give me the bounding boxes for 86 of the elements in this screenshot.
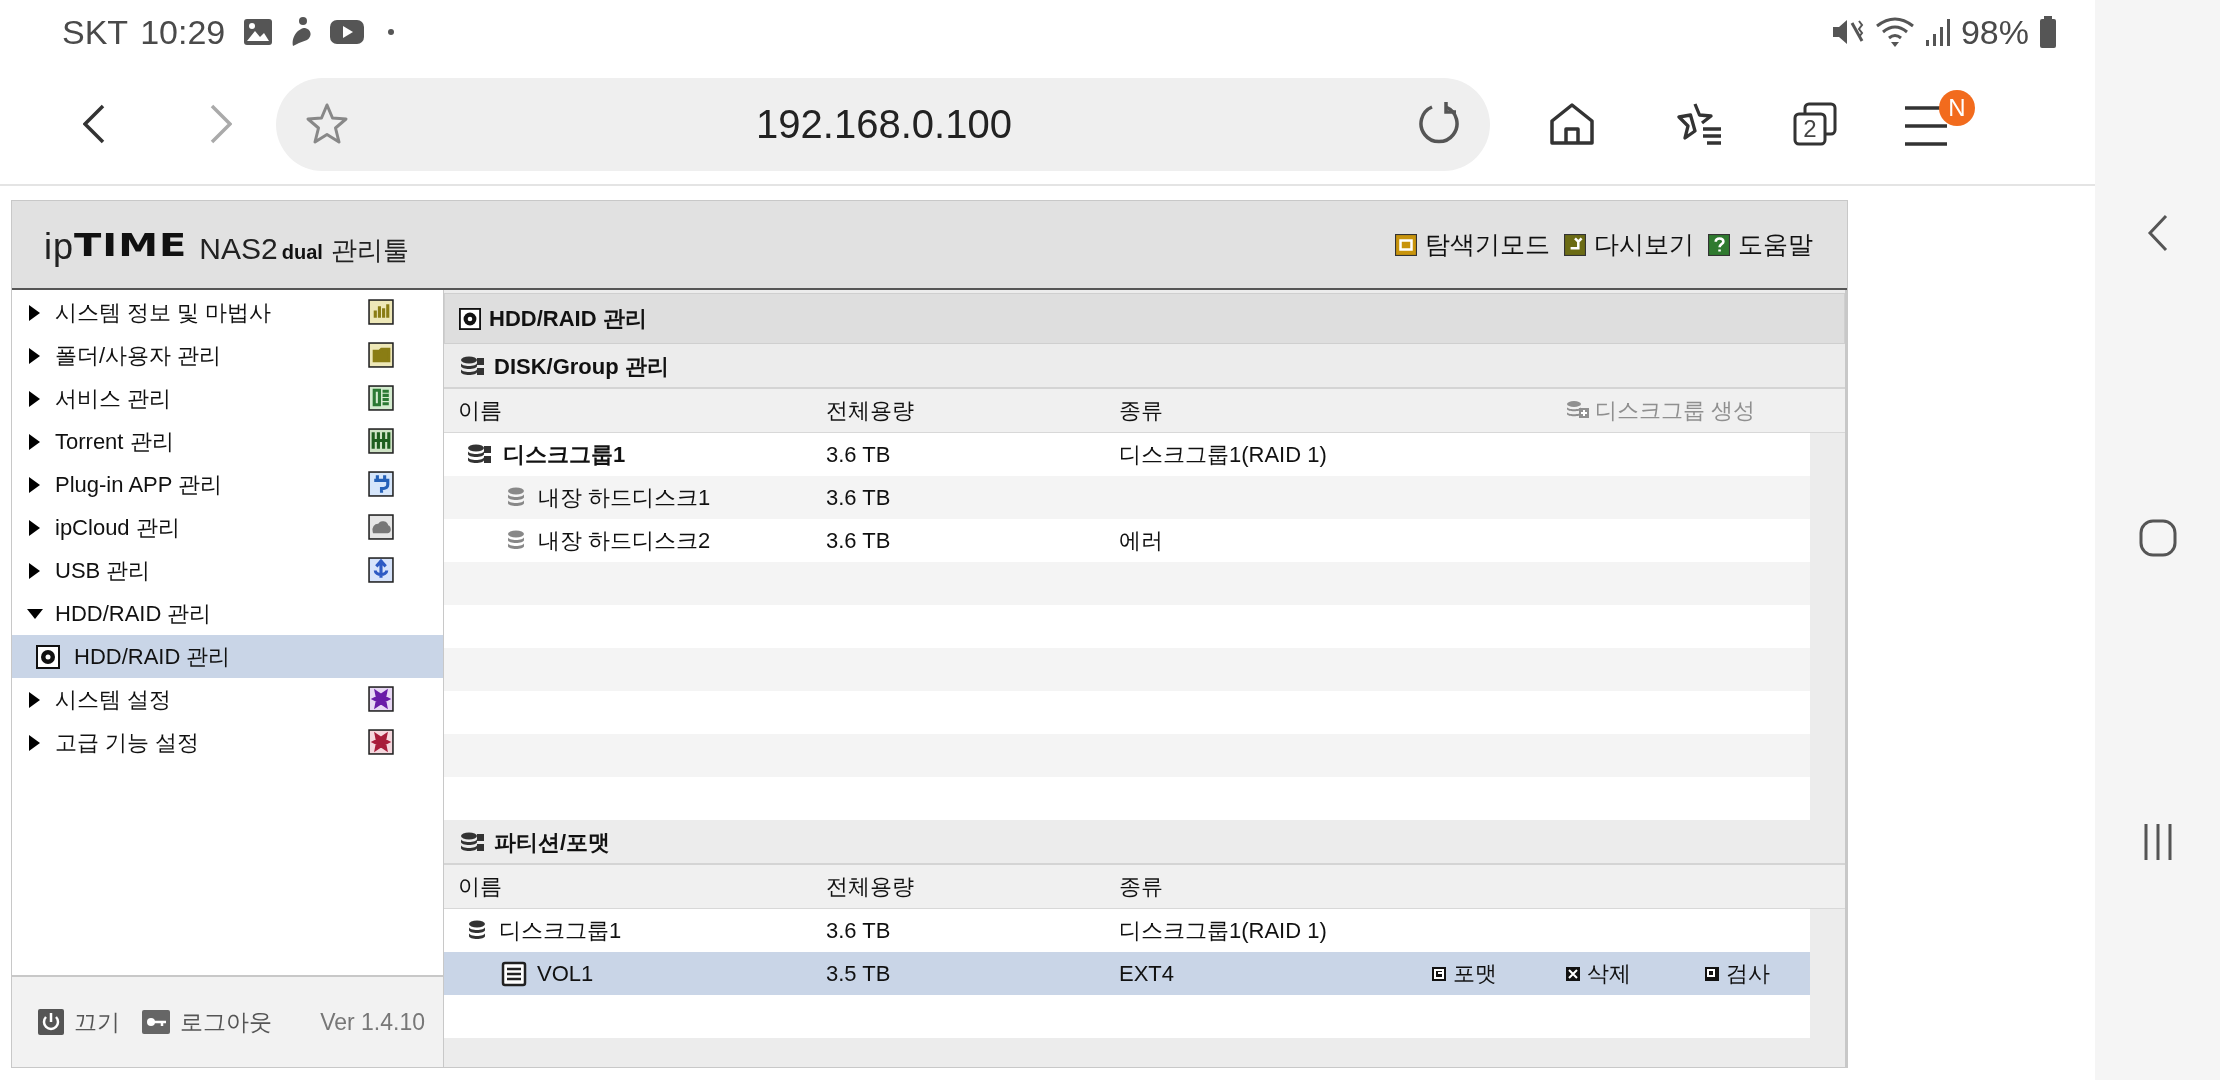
usb-icon — [368, 557, 394, 583]
header-link[interactable]: 다시보기 — [1564, 228, 1694, 261]
return-icon — [1564, 233, 1586, 256]
cloud-icon — [368, 514, 394, 540]
capacity-cell-text: 3.5 TB — [826, 960, 892, 987]
column-header: 전체용량 — [826, 396, 915, 425]
menu-item[interactable]: USB 관리 — [55, 555, 151, 586]
type-cell-text: 에러 — [1119, 526, 1164, 555]
power-icon — [38, 1009, 64, 1035]
logo-model-suffix: dual — [281, 240, 323, 264]
header-link[interactable]: 탐색기모드 — [1395, 228, 1550, 261]
menu-item[interactable]: Torrent 관리 — [55, 426, 174, 457]
selected-row[interactable]: VOL1 3.5 TB EXT4 포맷 삭제 검사 — [444, 952, 1810, 995]
plug-icon — [368, 471, 394, 497]
type-cell-text: 디스크그룹1(RAID 1) — [1119, 916, 1328, 945]
grid-icon — [368, 428, 394, 454]
submenu-item[interactable]: HDD/RAID 관리 — [12, 635, 443, 678]
star-icon[interactable] — [304, 102, 350, 146]
section-title: 파티션/포맷 — [494, 829, 611, 857]
key-icon — [142, 1010, 170, 1034]
clock: 10:29 — [140, 12, 226, 52]
battery-level: 98% — [1960, 12, 2029, 52]
format-button[interactable]: 포맷 — [1431, 958, 1497, 989]
recents-nav-icon[interactable] — [2142, 822, 2173, 862]
folder-icon — [368, 342, 394, 368]
logo-prefix: ip — [44, 225, 75, 268]
logo-brand: TIME — [74, 226, 188, 263]
header-link[interactable]: 도움말 — [1708, 228, 1813, 261]
type-cell-text: 디스크그룹1(RAID 1) — [1119, 440, 1328, 469]
gallery-icon — [243, 18, 274, 46]
gear-icon — [368, 729, 394, 755]
logo-model: NAS2 — [199, 231, 278, 266]
capacity-cell-text: 3.6 TB — [826, 441, 892, 468]
back-nav-icon[interactable] — [2145, 213, 2170, 253]
gear-icon — [368, 686, 394, 712]
column-header: 종류 — [1119, 872, 1164, 901]
cross-icon — [1565, 965, 1581, 982]
carrier-label: SKT — [62, 12, 129, 52]
name-cell-text: 디스크그룹1 — [499, 916, 622, 945]
capacity-cell-text: 3.6 TB — [826, 917, 892, 944]
check-button[interactable]: 검사 — [1704, 958, 1770, 989]
logo-tool-name: 관리툴 — [330, 233, 409, 267]
address-field[interactable]: 192.168.0.100 — [276, 77, 1490, 171]
menu-item[interactable]: 시스템 설정 — [55, 684, 172, 715]
name-cell-text: 디스크그룹1 — [503, 440, 626, 469]
menu-item[interactable]: 서비스 관리 — [55, 383, 172, 414]
battery-icon — [2039, 16, 2057, 48]
square-icon — [1431, 965, 1447, 982]
bookmarks-icon[interactable] — [1677, 101, 1723, 147]
square-icon — [1704, 965, 1720, 982]
name-cell: VOL1 — [537, 960, 594, 987]
menu-item[interactable]: 고급 기능 설정 — [55, 727, 200, 758]
name-cell-text: 내장 하드디스크1 — [538, 483, 711, 512]
signal-icon — [1924, 18, 1951, 46]
chart-icon — [368, 299, 394, 325]
column-header: 종류 — [1119, 396, 1164, 425]
folder-icon — [1395, 233, 1417, 256]
mute-icon — [1830, 17, 1865, 47]
page-title: HDD/RAID 관리 — [489, 304, 647, 333]
capacity-cell-text: 3.6 TB — [826, 484, 892, 511]
video-play-icon — [329, 19, 366, 45]
menu-item[interactable]: Plug-in APP 관리 — [55, 469, 223, 500]
wifi-icon — [1874, 16, 1915, 48]
name-cell-text: 내장 하드디스크2 — [538, 526, 711, 555]
menu-item[interactable]: HDD/RAID 관리 — [55, 598, 212, 629]
type-cell-text: EXT4 — [1119, 960, 1176, 987]
list-icon — [368, 385, 394, 411]
section-title: DISK/Group 관리 — [494, 353, 669, 381]
power-button[interactable]: 끄기 — [38, 1006, 120, 1038]
home-icon[interactable] — [1549, 101, 1595, 147]
menu-item[interactable]: ipCloud 관리 — [55, 512, 180, 543]
version-label: Ver 1.4.10 — [320, 1008, 425, 1036]
column-header: 전체용량 — [826, 872, 915, 901]
column-header: 이름 — [457, 872, 503, 901]
notification-badge: N — [1939, 90, 1975, 126]
home-nav-icon[interactable] — [2137, 518, 2178, 558]
dot-icon — [387, 28, 396, 36]
drive-icon — [501, 960, 527, 987]
delete-button[interactable]: 삭제 — [1565, 958, 1631, 989]
logout-button[interactable]: 로그아웃 — [142, 1006, 272, 1038]
capacity-cell-text: 3.6 TB — [826, 527, 892, 554]
menu-item[interactable]: 폴더/사용자 관리 — [55, 340, 222, 371]
column-header: 이름 — [457, 396, 503, 425]
help-icon — [1708, 233, 1730, 256]
back-icon[interactable] — [83, 104, 105, 144]
menu-item[interactable]: 시스템 정보 및 마법사 — [55, 297, 272, 328]
